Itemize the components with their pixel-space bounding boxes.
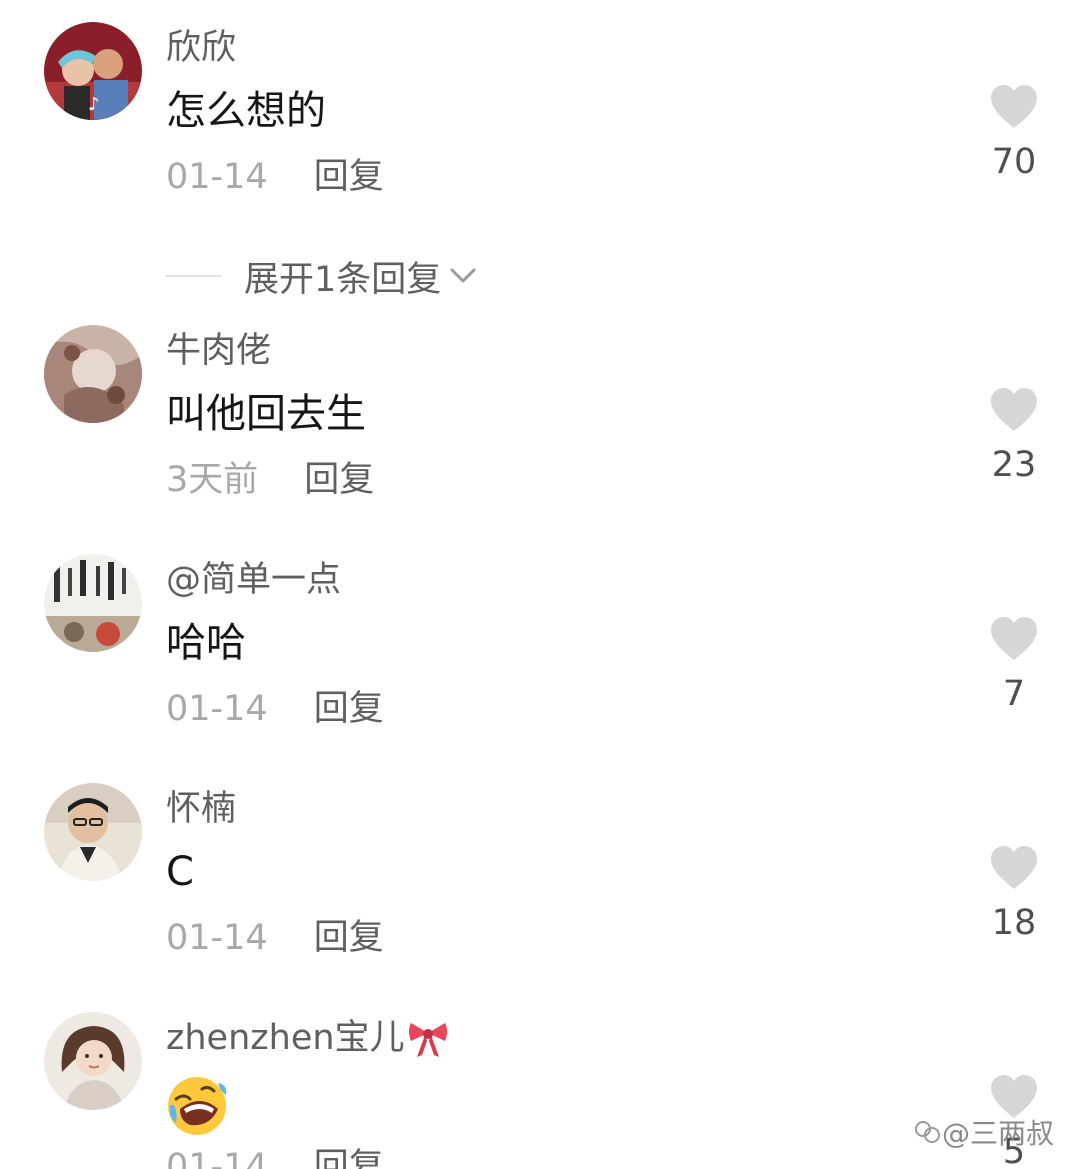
chevron-down-icon (450, 268, 476, 283)
avatar[interactable] (44, 554, 142, 652)
expand-replies-label: 展开1条回复 (244, 259, 442, 300)
avatar[interactable] (44, 325, 142, 423)
watermark-logo-icon (915, 1121, 940, 1143)
avatar[interactable] (44, 783, 142, 881)
divider-line (166, 275, 222, 277)
comment-username[interactable]: @简单一点 (166, 558, 341, 602)
comment-meta: 01-14 回复 (166, 1145, 384, 1169)
comment-text: C (166, 849, 194, 895)
like-count: 23 (991, 445, 1037, 485)
comment-time: 01-14 (166, 1147, 268, 1169)
heart-icon[interactable] (989, 387, 1039, 433)
like-count: 70 (991, 142, 1037, 182)
reply-button[interactable]: 回复 (314, 157, 384, 197)
comment-meta: 01-14 回复 (166, 916, 384, 960)
heart-icon[interactable] (989, 84, 1039, 130)
comment-meta: 3天前 回复 (166, 458, 374, 502)
comment-list: ♪ 欣欣 怎么想的 01-14 回复 70 展开1条回复 牛肉佬 叫他回去生 3… (0, 0, 1080, 1169)
comment-text: 怎么想的 (166, 88, 326, 134)
svg-text:♪: ♪ (88, 94, 100, 115)
heart-icon[interactable] (989, 616, 1039, 662)
reply-button[interactable]: 回复 (304, 460, 374, 500)
comment-text: 叫他回去生 (166, 391, 366, 437)
like-button[interactable]: 18 (982, 845, 1046, 945)
reply-button[interactable]: 回复 (314, 1147, 384, 1169)
watermark: @三两叔 (912, 1112, 1054, 1152)
avatar[interactable]: ♪ (44, 22, 142, 120)
comment-time: 3天前 (166, 460, 259, 500)
ribbon-bow-icon (408, 1023, 447, 1057)
like-button[interactable]: 7 (982, 616, 1046, 716)
comment-text: 哈哈 (166, 620, 246, 666)
comment-time: 01-14 (166, 918, 268, 958)
like-count: 18 (991, 903, 1037, 943)
expand-replies-button[interactable]: 展开1条回复 (166, 254, 477, 300)
like-button[interactable]: 23 (982, 387, 1046, 487)
reply-button[interactable]: 回复 (314, 918, 384, 958)
avatar[interactable] (44, 1012, 142, 1110)
like-count: 7 (1002, 674, 1026, 714)
heart-icon[interactable] (989, 845, 1039, 891)
comment-username-text: zhenzhen宝儿 (166, 1018, 405, 1058)
like-button[interactable]: 70 (982, 84, 1046, 184)
reply-button[interactable]: 回复 (314, 689, 384, 729)
comment-time: 01-14 (166, 689, 268, 729)
comment-username[interactable]: 怀楠 (166, 787, 236, 831)
comment-meta: 01-14 回复 (166, 687, 384, 731)
rolling-on-floor-laughing-emoji (168, 1077, 227, 1135)
comment-username[interactable]: zhenzhen宝儿 (166, 1016, 449, 1060)
comment-username[interactable]: 欣欣 (166, 26, 236, 70)
comment-username[interactable]: 牛肉佬 (166, 329, 271, 373)
comment-meta: 01-14 回复 (166, 155, 384, 199)
comment-text (166, 1075, 228, 1137)
watermark-text: @三两叔 (942, 1117, 1055, 1150)
comment-time: 01-14 (166, 157, 268, 197)
